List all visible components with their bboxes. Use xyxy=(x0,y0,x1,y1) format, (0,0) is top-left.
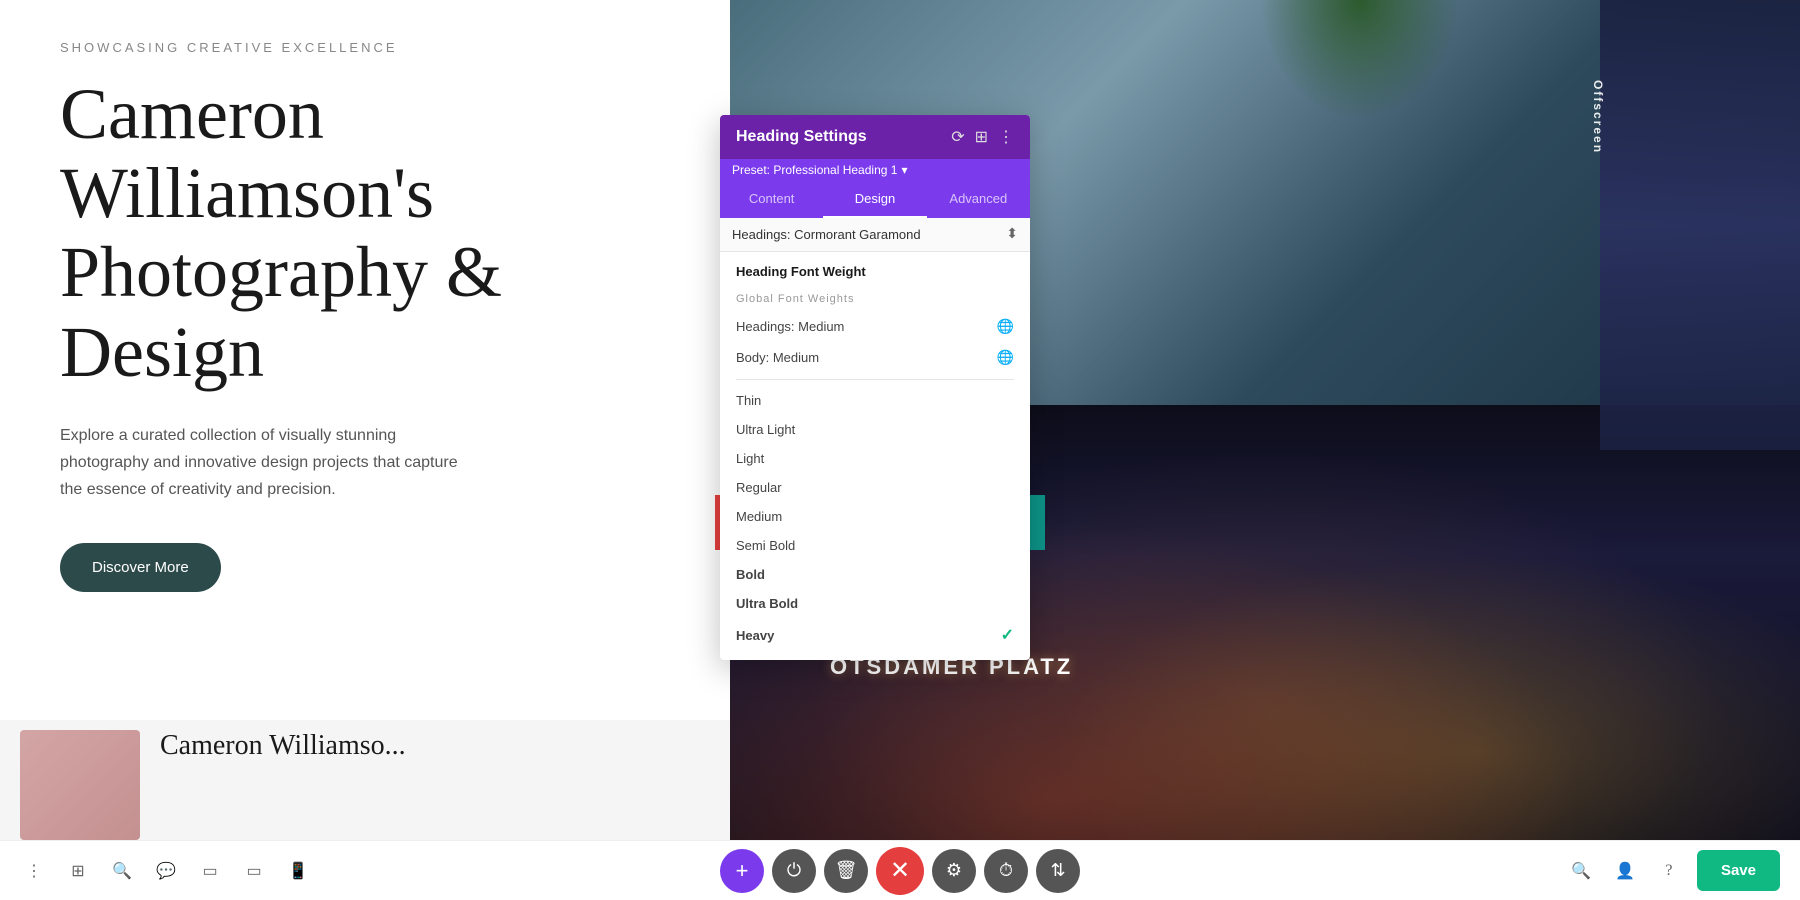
ultra-bold-label: Ultra Bold xyxy=(736,596,798,611)
ultra-light-label: Ultra Light xyxy=(736,422,795,437)
bottom-toolbar: ⋮ ⊞ 🔍 💬 ▭ ▭ 📱 + ⏻ 🗑 ✕ ⚙ ⏱ ⇅ 🔍 👤 ? Save xyxy=(0,840,1800,900)
headings-globe-icon: 🌐 xyxy=(997,318,1014,335)
toolbar-mobile-icon[interactable]: 📱 xyxy=(284,857,312,885)
toolbar-delete-button[interactable]: 🗑 xyxy=(824,849,868,893)
preview-title-text: Cameron Williamso... xyxy=(160,730,406,762)
semi-bold-item[interactable]: Semi Bold xyxy=(728,531,1022,560)
font-selector-row[interactable]: Headings: Cormorant Garamond ⬍ xyxy=(720,218,1030,252)
thin-label: Thin xyxy=(736,393,761,408)
toolbar-history-button[interactable]: ⏱ xyxy=(984,849,1028,893)
font-weight-dropdown: Global Font Weights Headings: Medium 🌐 B… xyxy=(720,287,1030,660)
bold-item[interactable]: Bold xyxy=(728,560,1022,589)
medium-item[interactable]: Medium xyxy=(728,502,1022,531)
body-medium-label: Body: Medium xyxy=(736,350,819,365)
page-subtitle: SHOWCASING CREATIVE EXCELLENCE xyxy=(60,40,670,55)
left-content-area: SHOWCASING CREATIVE EXCELLENCE Cameron W… xyxy=(0,0,730,632)
toolbar-settings-button[interactable]: ⚙ xyxy=(932,849,976,893)
headings-medium-item[interactable]: Headings: Medium 🌐 xyxy=(728,311,1022,342)
building-overlay xyxy=(1600,0,1800,450)
toolbar-search-icon[interactable]: 🔍 xyxy=(108,857,136,885)
toolbar-grid-icon[interactable]: ⊞ xyxy=(64,857,92,885)
tab-design[interactable]: Design xyxy=(823,181,926,218)
regular-item[interactable]: Regular xyxy=(728,473,1022,502)
page-title: Cameron Williamson's Photography & Desig… xyxy=(60,75,670,392)
tab-advanced[interactable]: Advanced xyxy=(927,181,1030,218)
toolbar-tablet-icon[interactable]: ▭ xyxy=(240,857,268,885)
toolbar-left-section: ⋮ ⊞ 🔍 💬 ▭ ▭ 📱 xyxy=(20,857,312,885)
toolbar-right-section: 🔍 👤 ? Save xyxy=(1565,850,1780,891)
save-button[interactable]: Save xyxy=(1697,850,1780,891)
tab-content[interactable]: Content xyxy=(720,181,823,218)
plant-decoration xyxy=(1260,0,1460,120)
semi-bold-label: Semi Bold xyxy=(736,538,795,553)
preview-image xyxy=(20,730,140,840)
panel-more-icon[interactable]: ⋮ xyxy=(998,127,1014,147)
body-medium-item[interactable]: Body: Medium 🌐 xyxy=(728,342,1022,373)
toolbar-right-icons: 🔍 👤 ? xyxy=(1565,855,1685,887)
font-selector-label: Headings: Cormorant Garamond xyxy=(732,227,921,242)
panel-tabs: Content Design Advanced xyxy=(720,181,1030,218)
toolbar-user-icon[interactable]: 👤 xyxy=(1609,855,1641,887)
panel-title: Heading Settings xyxy=(736,128,867,146)
headings-medium-label: Headings: Medium xyxy=(736,319,844,334)
heavy-check-icon: ✓ xyxy=(1001,625,1014,645)
regular-label: Regular xyxy=(736,480,782,495)
toolbar-power-button[interactable]: ⏻ xyxy=(772,849,816,893)
discover-more-button[interactable]: Discover More xyxy=(60,543,221,592)
toolbar-add-button[interactable]: + xyxy=(720,849,764,893)
toolbar-transform-button[interactable]: ⇅ xyxy=(1036,849,1080,893)
toolbar-search-right-icon[interactable]: 🔍 xyxy=(1565,855,1597,887)
heavy-label: Heavy xyxy=(736,628,774,643)
toolbar-desktop-icon[interactable]: ▭ xyxy=(196,857,224,885)
preset-arrow-icon: ▾ xyxy=(901,163,907,177)
panel-body: Headings: Cormorant Garamond ⬍ Heading F… xyxy=(720,218,1030,660)
font-weight-section-title: Heading Font Weight xyxy=(720,252,1030,287)
medium-label: Medium xyxy=(736,509,782,524)
heavy-item[interactable]: Heavy ✓ xyxy=(728,618,1022,652)
ultra-bold-item[interactable]: Ultra Bold xyxy=(728,589,1022,618)
panel-reset-icon[interactable]: ⟳ xyxy=(951,127,964,147)
divider-1 xyxy=(736,379,1014,380)
preset-label: Preset: Professional Heading 1 xyxy=(732,163,897,177)
offscreen-label: Offscreen xyxy=(1591,80,1605,154)
toolbar-comment-icon[interactable]: 💬 xyxy=(152,857,180,885)
toolbar-menu-icon[interactable]: ⋮ xyxy=(20,857,48,885)
panel-header-icons: ⟳ ⊞ ⋮ xyxy=(951,127,1014,147)
light-item[interactable]: Light xyxy=(728,444,1022,473)
bottom-preview-strip: Cameron Williamso... xyxy=(0,720,730,840)
ultra-light-item[interactable]: Ultra Light xyxy=(728,415,1022,444)
thin-item[interactable]: Thin xyxy=(728,386,1022,415)
toolbar-center-section: + ⏻ 🗑 ✕ ⚙ ⏱ ⇅ xyxy=(720,847,1080,895)
global-font-weights-label: Global Font Weights xyxy=(728,287,1022,311)
light-label: Light xyxy=(736,451,764,466)
panel-layout-icon[interactable]: ⊞ xyxy=(975,127,988,147)
panel-preset-bar[interactable]: Preset: Professional Heading 1 ▾ xyxy=(720,159,1030,181)
bold-label: Bold xyxy=(736,567,765,582)
toolbar-help-icon[interactable]: ? xyxy=(1653,855,1685,887)
toolbar-close-button[interactable]: ✕ xyxy=(876,847,924,895)
body-globe-icon: 🌐 xyxy=(997,349,1014,366)
page-description: Explore a curated collection of visually… xyxy=(60,422,480,504)
font-selector-arrow-icon: ⬍ xyxy=(1006,226,1018,243)
heading-settings-panel: Heading Settings ⟳ ⊞ ⋮ Preset: Professio… xyxy=(720,115,1030,660)
panel-header: Heading Settings ⟳ ⊞ ⋮ xyxy=(720,115,1030,159)
